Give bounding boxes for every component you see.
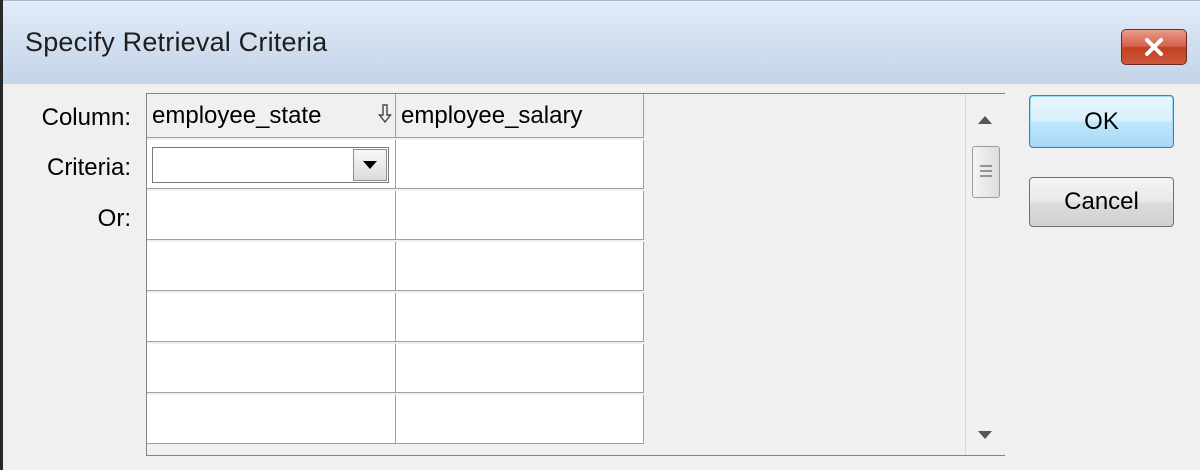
dropdown-triangle-icon	[363, 161, 377, 169]
title-bar[interactable]: Specify Retrieval Criteria	[3, 0, 1200, 84]
or-row-4-employee-state[interactable]	[147, 344, 396, 393]
column-row-label: Column:	[41, 104, 131, 131]
ok-button-label: OK	[1084, 107, 1119, 135]
retrieval-criteria-dialog: Specify Retrieval Criteria Column: Crite…	[0, 0, 1200, 470]
criteria-row-label: Criteria:	[46, 154, 131, 181]
or-row-2-employee-salary[interactable]	[396, 242, 644, 291]
or-row-3-employee-state[interactable]	[147, 293, 396, 342]
or-row-5-employee-state[interactable]	[147, 395, 396, 444]
or-row-5-employee-salary[interactable]	[396, 395, 644, 444]
column-header-label: employee_state	[152, 102, 322, 129]
or-row-1-employee-state[interactable]	[147, 191, 396, 240]
column-header-employee-state[interactable]: employee_state	[147, 94, 396, 138]
or-row-2-employee-state[interactable]	[147, 242, 396, 291]
column-header-label: employee_salary	[401, 102, 583, 129]
criteria-cell-employee-salary[interactable]	[396, 140, 644, 189]
dialog-body: Column: Criteria: Or: employee_state emp…	[3, 84, 1200, 470]
scrollbar-thumb[interactable]	[972, 146, 1000, 198]
cancel-button[interactable]: Cancel	[1029, 177, 1174, 227]
cancel-button-label: Cancel	[1064, 188, 1139, 215]
criteria-cell-employee-state[interactable]	[147, 140, 396, 189]
criteria-grid: employee_state employee_salary	[146, 93, 1005, 456]
scroll-up-arrow-icon[interactable]	[978, 116, 992, 124]
window-title: Specify Retrieval Criteria	[25, 27, 328, 57]
dropdown-button[interactable]	[353, 149, 387, 181]
column-header-employee-salary[interactable]: employee_salary	[396, 94, 644, 138]
criteria-dropdown[interactable]	[152, 147, 389, 183]
ok-button[interactable]: OK	[1029, 95, 1174, 148]
scroll-down-arrow-icon[interactable]	[978, 431, 992, 439]
grip-icon	[980, 165, 992, 177]
vertical-scrollbar[interactable]	[965, 94, 1005, 455]
or-row-4-employee-salary[interactable]	[396, 344, 644, 393]
or-row-3-employee-salary[interactable]	[396, 293, 644, 342]
close-button[interactable]	[1121, 29, 1187, 65]
close-x-icon	[1145, 38, 1163, 56]
sort-down-arrow-icon[interactable]	[378, 103, 392, 125]
or-row-1-employee-salary[interactable]	[396, 191, 644, 240]
or-row-label: Or:	[97, 205, 131, 232]
